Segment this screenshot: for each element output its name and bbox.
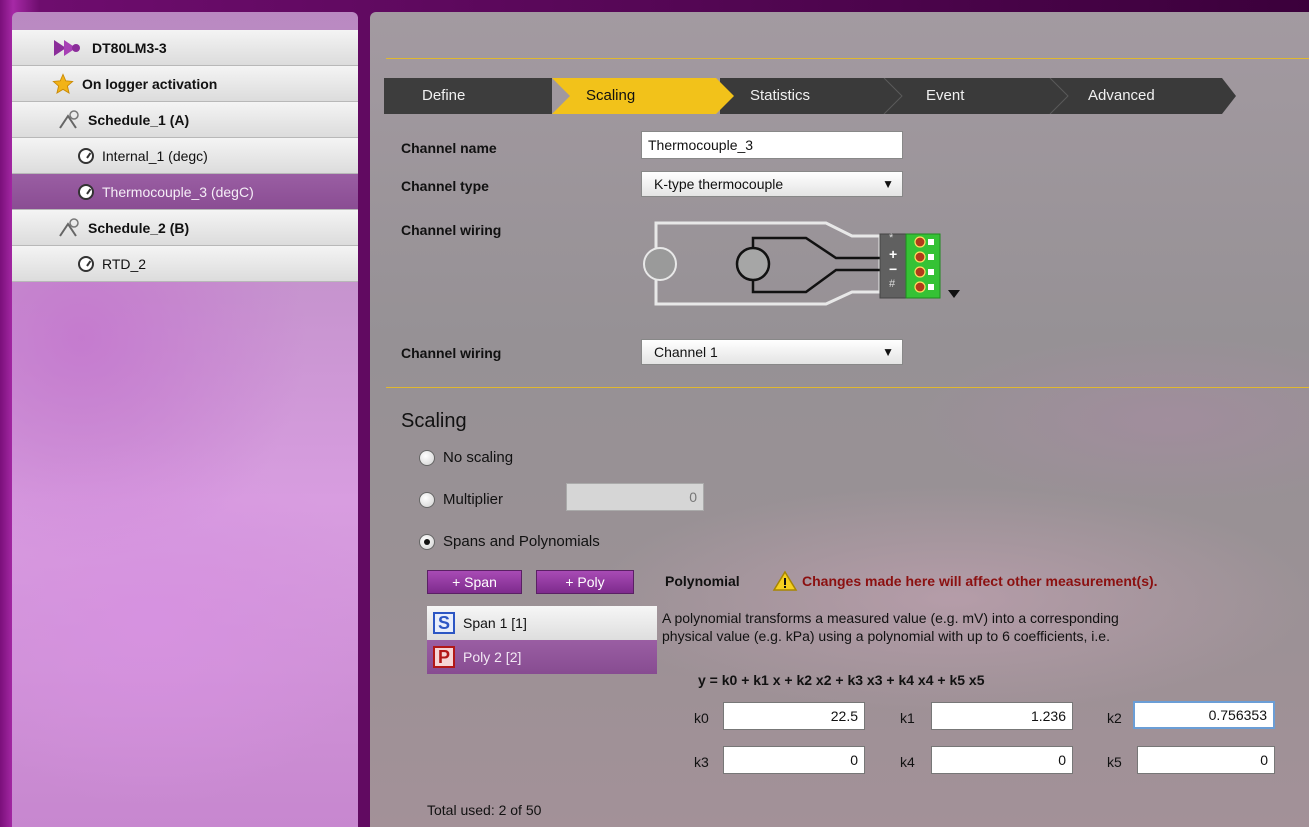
channel-type-dropdown[interactable]: K-type thermocouple ▼	[641, 171, 903, 197]
tree-item-internal-1[interactable]: Internal_1 (degc)	[12, 138, 358, 174]
channel-wiring-dropdown[interactable]: Channel 1 ▼	[641, 339, 903, 365]
radio-spans-polynomials[interactable]: Spans and Polynomials	[419, 533, 600, 550]
gauge-icon	[78, 255, 94, 272]
list-item-label: Poly 2 [2]	[463, 649, 522, 665]
schedule-icon	[58, 109, 80, 130]
scaling-section-title: Scaling	[401, 410, 467, 432]
k3-label: k3	[694, 754, 709, 770]
channel-wiring-value: Channel 1	[654, 344, 718, 360]
tree-item-label: DT80LM3-3	[92, 39, 167, 56]
total-used-label: Total used: 2 of 50	[427, 802, 542, 818]
warning-icon	[772, 570, 798, 595]
terminal-minus-label: −	[889, 261, 898, 277]
k4-input[interactable]	[931, 746, 1073, 774]
list-item-span-1[interactable]: S Span 1 [1]	[427, 606, 657, 640]
radio-label: Spans and Polynomials	[443, 533, 600, 550]
add-span-button[interactable]: + Span	[427, 570, 522, 594]
tab-advanced[interactable]: Advanced	[1088, 78, 1155, 114]
k1-label: k1	[900, 710, 915, 726]
wiring-diagram: * + − #	[638, 212, 968, 312]
channel-type-label: Channel type	[401, 178, 489, 194]
polynomial-title: Polynomial	[665, 573, 740, 589]
tree-item-label: Schedule_2 (B)	[88, 219, 190, 236]
tree-item-label: Internal_1 (degc)	[102, 147, 208, 164]
k1-input[interactable]	[931, 702, 1073, 730]
tab-bar: Define Scaling Statistics Event Advanced	[384, 78, 1236, 114]
tree-item-schedule-2[interactable]: Schedule_2 (B)	[12, 210, 358, 246]
radio-button-checked[interactable]	[419, 533, 435, 550]
k4-label: k4	[900, 754, 915, 770]
dropdown-arrow-icon: ▼	[882, 177, 894, 191]
scaling-divider	[386, 387, 1309, 388]
tree-item-on-logger-activation[interactable]: On logger activation	[12, 66, 358, 102]
tree-item-label: RTD_2	[102, 255, 147, 272]
tab-event[interactable]: Event	[926, 78, 964, 114]
multiplier-input[interactable]	[566, 483, 704, 511]
schedule-icon	[58, 217, 80, 238]
channel-tree-panel: DT80LM3-3 On logger activation Schedule_…	[12, 12, 358, 827]
star-icon	[52, 72, 74, 95]
tree-item-label: On logger activation	[82, 75, 218, 92]
logger-logo-icon	[52, 38, 82, 58]
tab-define[interactable]: Define	[422, 78, 465, 114]
k2-input[interactable]	[1133, 701, 1275, 729]
radio-no-scaling[interactable]: No scaling	[419, 449, 513, 466]
tab-statistics[interactable]: Statistics	[750, 78, 810, 114]
k5-input[interactable]	[1137, 746, 1275, 774]
polynomial-formula: y = k0 + k1 x + k2 x2 + k3 x3 + k4 x4 + …	[698, 672, 985, 688]
poly-badge-icon: P	[433, 646, 455, 668]
radio-multiplier[interactable]: Multiplier	[419, 491, 503, 508]
tree-item-label: Schedule_1 (A)	[88, 111, 190, 128]
radio-button[interactable]	[419, 449, 435, 466]
tree-item-label: Thermocouple_3 (degC)	[102, 183, 254, 200]
k0-input[interactable]	[723, 702, 865, 730]
k5-label: k5	[1107, 754, 1122, 770]
radio-label: Multiplier	[443, 491, 504, 508]
dropdown-arrow-icon: ▼	[882, 345, 894, 359]
terminal-star-label: *	[889, 232, 894, 244]
span-poly-list: S Span 1 [1] P Poly 2 [2]	[427, 606, 657, 676]
channel-wiring-select-label: Channel wiring	[401, 345, 502, 361]
tree-item-rtd-2[interactable]: RTD_2	[12, 246, 358, 282]
tree-item-schedule-1[interactable]: Schedule_1 (A)	[12, 102, 358, 138]
terminal-plus-label: +	[889, 246, 898, 262]
polynomial-description-line1: A polynomial transforms a measured value…	[662, 610, 1119, 626]
polynomial-description-line2: physical value (e.g. kPa) using a polyno…	[662, 628, 1110, 644]
span-badge-icon: S	[433, 612, 455, 634]
header-divider	[386, 58, 1309, 59]
add-poly-button[interactable]: + Poly	[536, 570, 634, 594]
radio-label: No scaling	[443, 449, 514, 466]
list-item-poly-2[interactable]: P Poly 2 [2]	[427, 640, 657, 674]
channel-type-value: K-type thermocouple	[654, 176, 784, 192]
channel-wiring-label: Channel wiring	[401, 222, 502, 238]
wiring-diagram-graphic	[643, 221, 960, 306]
tree-item-logger[interactable]: DT80LM3-3	[12, 30, 358, 66]
list-item-label: Span 1 [1]	[463, 615, 527, 631]
tree-item-thermocouple-3[interactable]: Thermocouple_3 (degC)	[12, 174, 358, 210]
channel-name-label: Channel name	[401, 140, 497, 156]
channel-name-input[interactable]	[641, 131, 903, 159]
channel-editor-panel: Define Scaling Statistics Event Advanced…	[370, 12, 1309, 827]
polynomial-warning-text: Changes made here will affect other meas…	[802, 573, 1158, 589]
gauge-icon	[78, 183, 94, 200]
k2-label: k2	[1107, 710, 1122, 726]
k0-label: k0	[694, 710, 709, 726]
k3-input[interactable]	[723, 746, 865, 774]
terminal-hash-label: #	[889, 278, 896, 290]
radio-button[interactable]	[419, 491, 435, 508]
tab-scaling[interactable]: Scaling	[586, 78, 635, 114]
gauge-icon	[78, 147, 94, 164]
